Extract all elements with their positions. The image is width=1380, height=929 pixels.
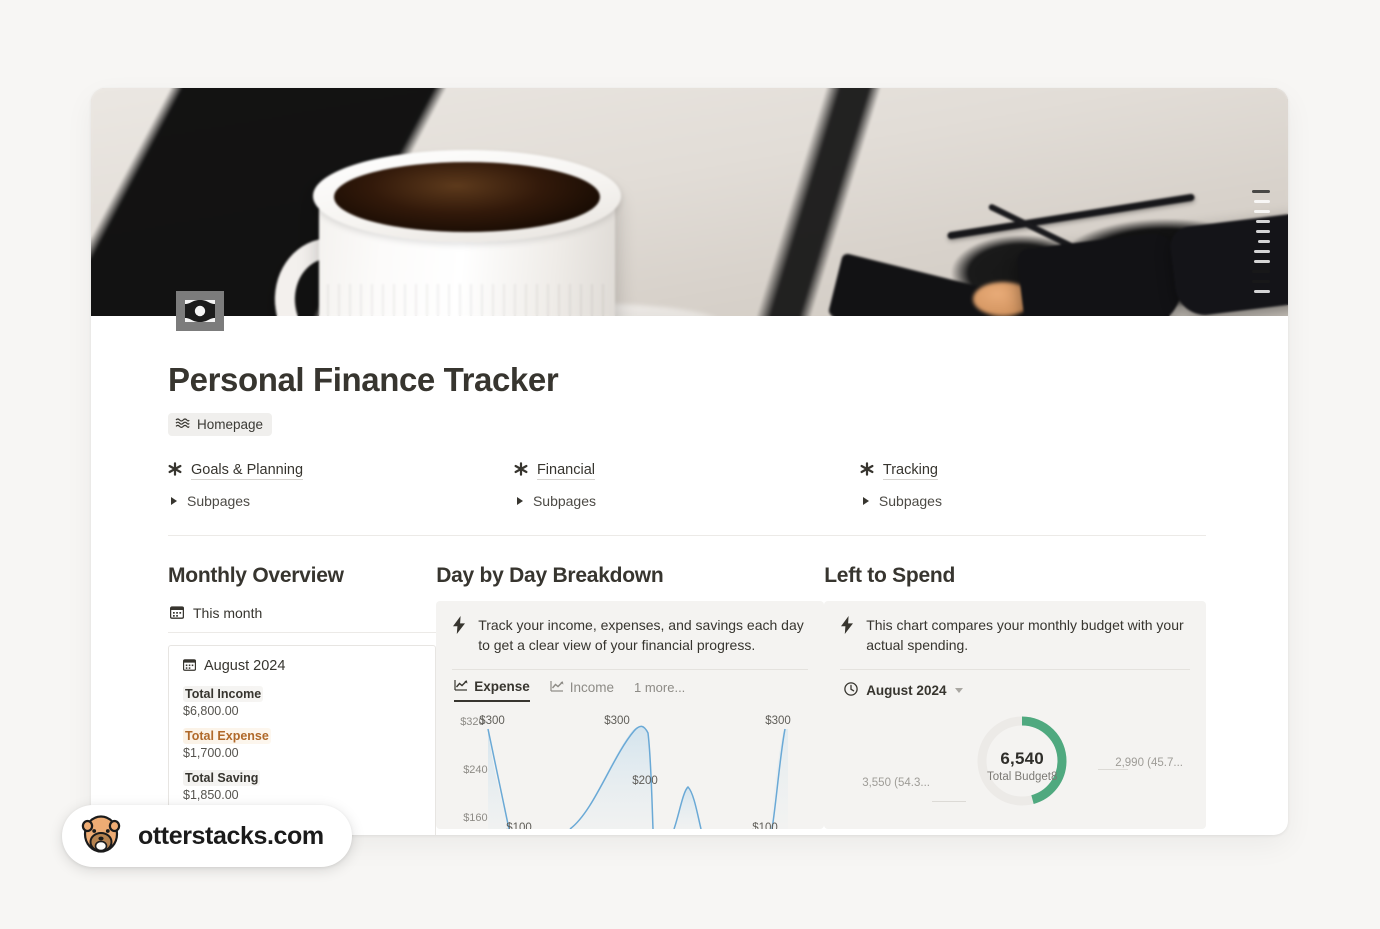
nav-label: Financial <box>536 461 595 480</box>
row-value: $1,700.00 <box>183 745 239 760</box>
row-key: Total Saving <box>183 769 261 786</box>
panel-day-by-day: Day by Day Breakdown Track your income, … <box>436 563 825 835</box>
month-label: August 2024 <box>204 658 286 675</box>
waves-icon <box>175 417 190 432</box>
nav-column-goals: Goals & Planning Subpages <box>168 462 514 509</box>
breadcrumb[interactable]: Homepage <box>168 412 273 436</box>
nav-subpages-tracking[interactable]: Subpages <box>860 493 1206 509</box>
nav-column-tracking: Tracking Subpages <box>860 462 1206 509</box>
this-month-label: This month <box>193 605 263 622</box>
nav-columns: Goals & Planning Subpages Financial Subp… <box>168 462 1206 536</box>
triangle-right-icon <box>862 496 869 505</box>
triangle-right-icon <box>171 496 177 505</box>
line-chart-icon <box>550 680 564 695</box>
watermark-label: otterstacks.com <box>138 821 324 850</box>
this-month-filter[interactable]: This month <box>168 600 437 633</box>
nav-sub-label: Subpages <box>878 492 942 509</box>
monthly-overview-month: August 2024 <box>182 658 421 675</box>
data-point-label: $100 <box>752 821 778 829</box>
sunglasses-lens-right <box>1168 211 1288 316</box>
tab-more-button[interactable]: 1 more... <box>634 680 685 701</box>
clock-icon <box>844 682 858 699</box>
leader-line-right <box>1098 768 1129 770</box>
row-value: $6,800.00 <box>183 703 239 718</box>
line-chart-icon <box>454 679 468 694</box>
day-by-day-callout: Track your income, expenses, and savings… <box>436 600 825 829</box>
chevron-down-icon[interactable] <box>955 687 964 693</box>
tab-expense[interactable]: Expense <box>454 679 530 702</box>
table-row: Total Saving $1,850.00 <box>183 769 421 802</box>
page-title: Personal Finance Tracker <box>168 361 559 398</box>
nav-link-tracking[interactable]: Tracking <box>860 462 1206 480</box>
donut-total-label: Total Budget8 <box>987 770 1058 783</box>
row-key: Total Expense <box>183 727 271 744</box>
expense-line-chart: $320 $240 $160 $300 $100 $300 $200 $100 … <box>452 711 808 829</box>
nav-sub-label: Subpages <box>532 492 597 509</box>
donut-center-text: 6,540 Total Budget8 <box>972 749 1072 783</box>
nav-link-goals-planning[interactable]: Goals & Planning <box>168 462 514 480</box>
panel-left-to-spend: Left to Spend This chart compares your m… <box>824 564 1206 835</box>
tab-income[interactable]: Income <box>550 680 614 701</box>
dashboard-panels: Monthly Overview This month August 2024 … <box>168 564 1206 835</box>
otter-logo-icon <box>78 811 124 862</box>
mug-ribs <box>327 284 607 316</box>
month-selector[interactable]: August 2024 <box>840 670 1190 699</box>
panel-monthly-overview: Monthly Overview This month August 2024 … <box>168 563 437 835</box>
y-axis-tick: $160 <box>463 811 488 824</box>
budget-donut-chart: 6,540 Total Budget8 3,550 (54.3... 2,990… <box>840 713 1190 829</box>
nav-link-financial[interactable]: Financial <box>514 462 860 480</box>
nav-column-financial: Financial Subpages <box>514 462 860 509</box>
bolt-icon <box>452 615 466 639</box>
nav-sub-label: Subpages <box>187 492 251 509</box>
asterisk-icon <box>860 462 874 480</box>
table-row: Total Income $6,800.00 <box>183 685 421 718</box>
donut-total-value: 6,540 <box>1000 748 1044 768</box>
tab-label: Expense <box>474 678 530 694</box>
calendar-icon <box>169 605 185 622</box>
table-of-contents-ruler[interactable] <box>1252 190 1270 293</box>
data-point-label: $300 <box>604 714 630 727</box>
donut-legend-right: 2,990 (45.7... <box>1115 756 1183 769</box>
month-label: August 2024 <box>866 682 947 698</box>
day-by-day-title: Day by Day Breakdown <box>436 563 664 587</box>
monthly-overview-title: Monthly Overview <box>168 563 344 587</box>
tab-label: Income <box>569 679 614 695</box>
chart-tabbar: Expense Income 1 more... <box>452 670 808 702</box>
data-point-label: $300 <box>479 714 505 727</box>
left-to-spend-callout: This chart compares your monthly budget … <box>824 600 1206 829</box>
table-row: Total Expense $1,700.00 <box>183 727 421 760</box>
bolt-icon <box>840 615 854 639</box>
nav-label: Goals & Planning <box>191 461 304 480</box>
nav-subpages-financial[interactable]: Subpages <box>514 493 860 509</box>
coffee-surface <box>334 162 600 232</box>
breadcrumb-label: Homepage <box>197 416 264 432</box>
otterstacks-watermark[interactable]: otterstacks.com <box>62 805 352 867</box>
data-point-label: $100 <box>506 821 532 829</box>
data-point-label: $300 <box>765 714 791 727</box>
leader-line-left <box>932 800 967 802</box>
page-cover-image[interactable] <box>91 88 1288 316</box>
image-placeholder-icon[interactable] <box>176 291 224 331</box>
donut-legend-left: 3,550 (54.3... <box>862 776 930 789</box>
row-key: Total Income <box>183 685 264 702</box>
data-point-label: $200 <box>632 774 658 787</box>
callout-text: This chart compares your monthly budget … <box>866 616 1184 653</box>
callout-text: Track your income, expenses, and savings… <box>478 616 804 653</box>
asterisk-icon <box>514 462 528 480</box>
calendar-icon <box>182 658 197 675</box>
triangle-right-icon <box>516 496 523 505</box>
page-body: Personal Finance Tracker Homepage Goals … <box>91 316 1288 835</box>
left-to-spend-title: Left to Spend <box>824 563 956 587</box>
row-value: $1,850.00 <box>183 787 239 802</box>
notion-page-card: Personal Finance Tracker Homepage Goals … <box>91 88 1288 835</box>
y-axis-tick: $240 <box>463 763 488 776</box>
asterisk-icon <box>168 462 182 480</box>
nav-label: Tracking <box>882 461 938 480</box>
nav-subpages-goals[interactable]: Subpages <box>168 493 514 509</box>
